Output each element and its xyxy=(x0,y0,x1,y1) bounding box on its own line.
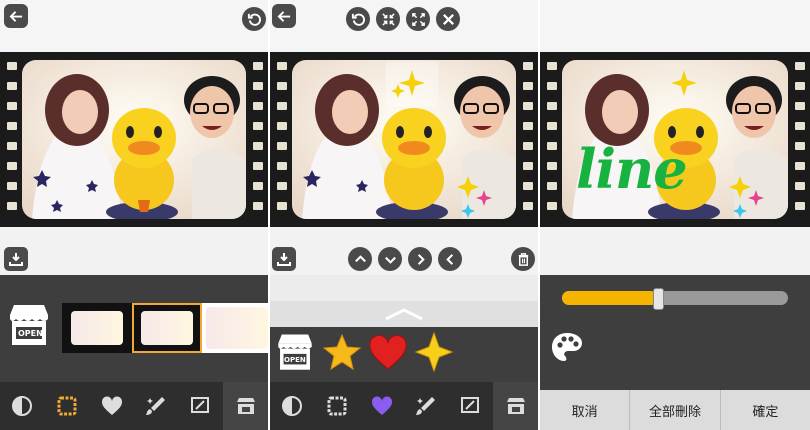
heart-sticker[interactable] xyxy=(368,334,408,371)
film-frame xyxy=(0,52,268,227)
tool-tabs xyxy=(270,382,538,430)
frame-icon[interactable] xyxy=(315,382,360,430)
down-icon[interactable] xyxy=(378,247,402,271)
action-buttons: 取消 全部刪除 確定 xyxy=(540,390,810,430)
drawer-handle[interactable] xyxy=(270,301,538,327)
download-icon[interactable] xyxy=(4,247,28,271)
film-sprockets-left xyxy=(0,52,22,227)
mid-toolbar xyxy=(270,227,538,275)
palette-icon[interactable] xyxy=(550,331,584,365)
top-bar xyxy=(0,0,268,52)
app-screens: OPEN OPEN line 取消 全部刪除 確定 xyxy=(0,0,810,430)
back-arrow-icon[interactable] xyxy=(4,4,28,28)
doodle-text: line xyxy=(576,137,688,201)
sparkle-sticker[interactable] xyxy=(414,331,454,373)
trash-icon[interactable] xyxy=(511,247,535,271)
magic-brush-icon[interactable] xyxy=(134,382,179,430)
film-sprockets-right xyxy=(516,52,538,227)
shop-icon[interactable]: OPEN xyxy=(274,331,316,375)
frame-thumbnails: OPEN xyxy=(0,297,268,363)
slider-fill xyxy=(562,291,657,305)
mid-toolbar xyxy=(0,227,268,275)
draw-settings-panel: 取消 全部刪除 確定 xyxy=(540,275,810,430)
photo xyxy=(22,60,246,219)
up-icon[interactable] xyxy=(348,247,372,271)
sticker-editor-panel: OPEN xyxy=(270,0,538,430)
tool-tabs xyxy=(0,382,268,430)
edit-text-icon[interactable] xyxy=(449,382,494,430)
top-bar xyxy=(270,0,538,52)
heart-icon[interactable] xyxy=(359,382,404,430)
drawer-chevron-up-icon xyxy=(385,308,423,321)
film-sprockets-right xyxy=(788,52,810,227)
close-icon[interactable] xyxy=(436,7,460,31)
rotate-icon[interactable] xyxy=(242,7,266,31)
film-sprockets-left xyxy=(270,52,292,227)
mid-toolbar xyxy=(540,227,810,275)
shop-open-label: OPEN xyxy=(284,356,306,364)
slider-thumb[interactable] xyxy=(653,288,664,310)
shop-icon[interactable] xyxy=(493,382,538,430)
heart-icon[interactable] xyxy=(89,382,134,430)
film-frame xyxy=(270,52,538,227)
shop-icon[interactable]: OPEN xyxy=(6,301,52,351)
frame-thumbnail-selected[interactable] xyxy=(132,303,202,353)
download-icon[interactable] xyxy=(272,247,296,271)
frame-editor-panel: OPEN xyxy=(0,0,268,430)
star-sticker[interactable] xyxy=(322,333,362,373)
frame-icon[interactable] xyxy=(45,382,90,430)
cancel-button[interactable]: 取消 xyxy=(540,390,631,430)
top-bar xyxy=(540,0,810,52)
edit-text-icon[interactable] xyxy=(179,382,224,430)
drawer-strip xyxy=(270,275,538,301)
shop-open-label: OPEN xyxy=(18,329,43,338)
bottom-panel: OPEN xyxy=(0,275,268,430)
film-sprockets-left xyxy=(540,52,562,227)
frame-thumbnail[interactable] xyxy=(62,303,132,353)
undo-icon[interactable] xyxy=(346,7,370,31)
frame-thumbnail[interactable] xyxy=(202,303,268,353)
left-icon[interactable] xyxy=(438,247,462,271)
contrast-icon[interactable] xyxy=(270,382,315,430)
shrink-icon[interactable] xyxy=(376,7,400,31)
confirm-button[interactable]: 確定 xyxy=(721,390,810,430)
bottom-panel: OPEN xyxy=(270,275,538,430)
expand-icon[interactable] xyxy=(406,7,430,31)
delete-all-button[interactable]: 全部刪除 xyxy=(630,390,721,430)
magic-brush-icon[interactable] xyxy=(404,382,449,430)
contrast-icon[interactable] xyxy=(0,382,45,430)
right-icon[interactable] xyxy=(408,247,432,271)
shop-icon[interactable] xyxy=(223,382,268,430)
film-frame: line xyxy=(540,52,810,227)
film-sprockets-right xyxy=(246,52,268,227)
draw-editor-panel: line 取消 全部刪除 確定 xyxy=(540,0,810,430)
brush-size-slider[interactable] xyxy=(562,288,788,310)
back-arrow-icon[interactable] xyxy=(272,4,296,28)
photo xyxy=(292,60,516,219)
photo: line xyxy=(562,60,788,219)
